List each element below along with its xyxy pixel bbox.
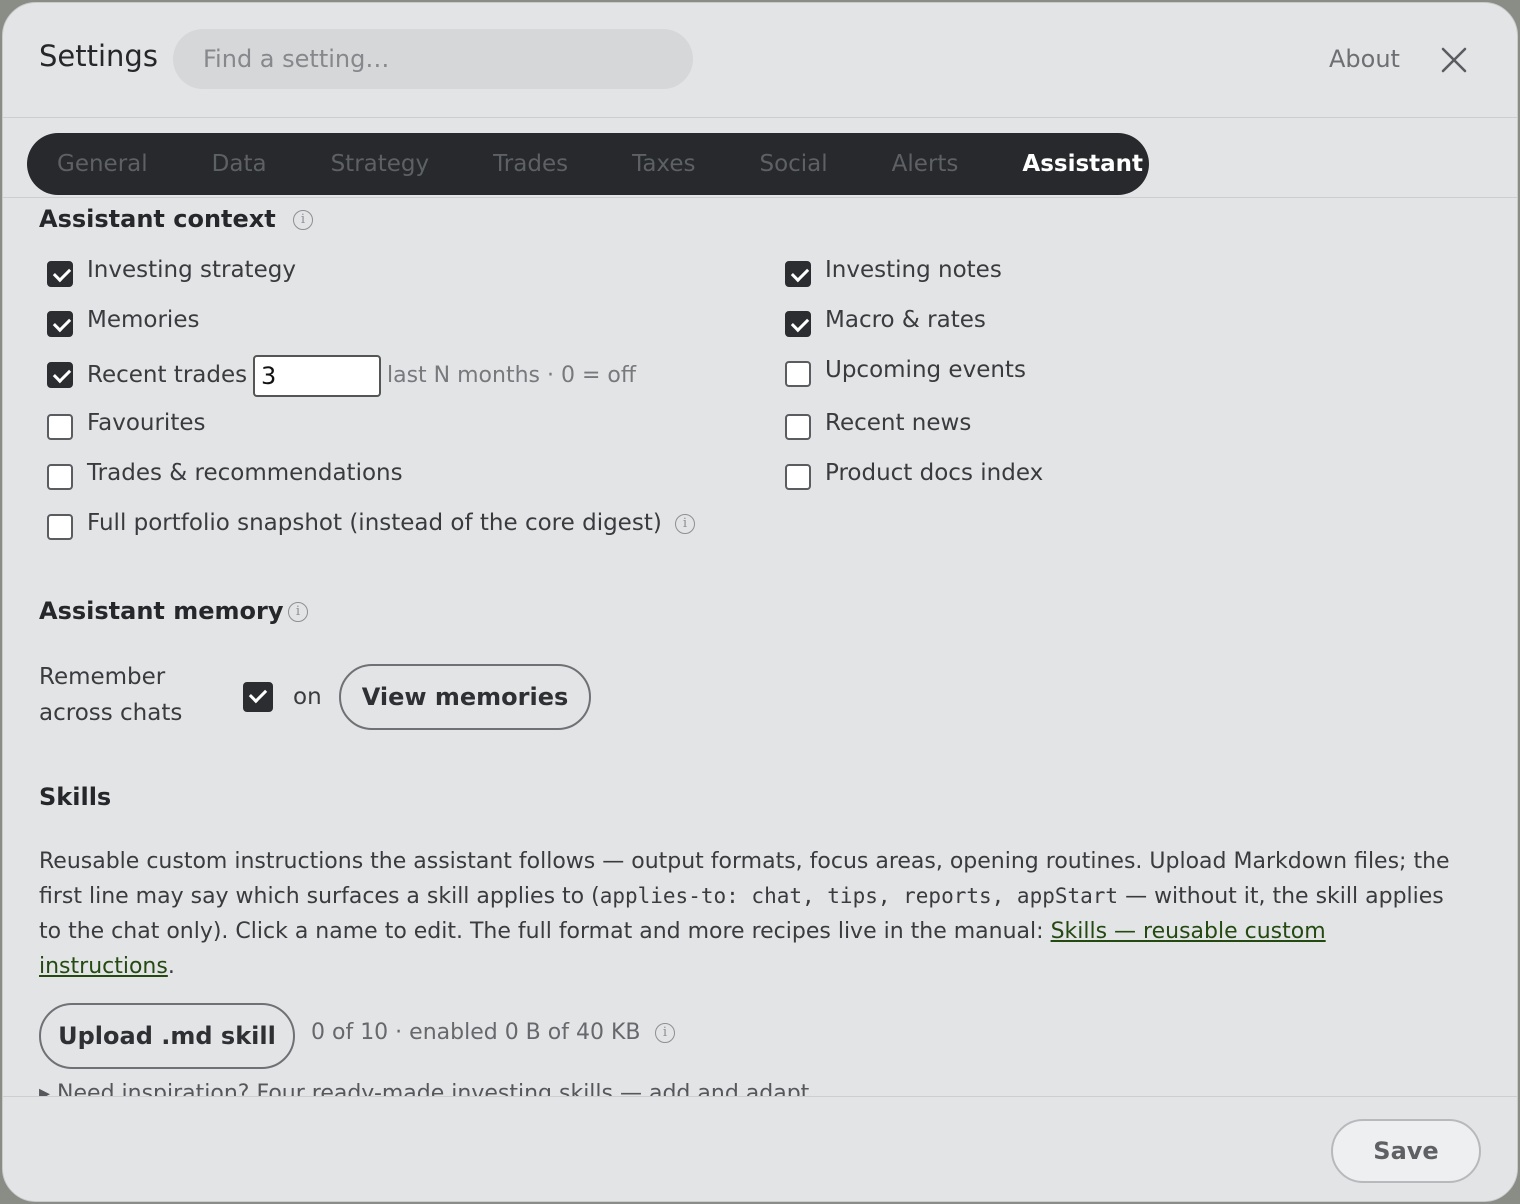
- remember-label-line1: Remember: [39, 664, 166, 690]
- tab-data[interactable]: Data: [212, 151, 267, 177]
- investing-strategy-checkbox[interactable]: [47, 261, 73, 287]
- recent-news-checkbox[interactable]: [785, 414, 811, 440]
- recent-trades-months-input[interactable]: [253, 355, 381, 397]
- skills-info-icon[interactable]: i: [655, 1023, 675, 1043]
- upcoming-events-label: Upcoming events: [825, 357, 1026, 383]
- tab-taxes[interactable]: Taxes: [632, 151, 695, 177]
- skills-applies-to-code: applies-to: chat, tips, reports, appStar…: [599, 884, 1119, 908]
- skills-inspiration-toggle[interactable]: ▸ Need inspiration? Four ready-made inve…: [39, 1081, 809, 1096]
- assistant-memory-heading: Assistant memory: [39, 597, 284, 625]
- assistant-context-heading: Assistant context: [39, 205, 276, 233]
- save-button[interactable]: Save: [1331, 1119, 1481, 1183]
- skills-description: Reusable custom instructions the assista…: [39, 844, 1459, 984]
- trades-recommendations-label: Trades & recommendations: [87, 460, 403, 486]
- favourites-checkbox[interactable]: [47, 414, 73, 440]
- recent-news-label: Recent news: [825, 410, 972, 436]
- remember-across-chats-checkbox[interactable]: [243, 682, 273, 712]
- tab-social[interactable]: Social: [759, 151, 827, 177]
- full-portfolio-snapshot-checkbox[interactable]: [47, 514, 73, 540]
- recent-trades-hint: last N months · 0 = off: [387, 363, 637, 388]
- settings-content[interactable]: Assistant context i Investing strategy M…: [3, 198, 1517, 1096]
- recent-trades-checkbox[interactable]: [47, 362, 73, 388]
- view-memories-button[interactable]: View memories: [339, 664, 591, 730]
- upload-skill-button[interactable]: Upload .md skill: [39, 1003, 295, 1069]
- memory-info-icon[interactable]: i: [288, 602, 308, 622]
- memory-state-label: on: [293, 684, 322, 710]
- tab-strategy[interactable]: Strategy: [331, 151, 430, 177]
- skills-desc-end: .: [167, 954, 175, 979]
- recent-trades-label: Recent trades: [87, 362, 248, 388]
- tab-alerts[interactable]: Alerts: [892, 151, 959, 177]
- memories-label: Memories: [87, 307, 200, 333]
- product-docs-index-checkbox[interactable]: [785, 464, 811, 490]
- tab-general[interactable]: General: [57, 151, 148, 177]
- trades-recommendations-checkbox[interactable]: [47, 464, 73, 490]
- remember-label-line2: across chats: [39, 700, 183, 726]
- search-input[interactable]: [173, 29, 693, 89]
- macro-rates-label: Macro & rates: [825, 307, 986, 333]
- investing-notes-label: Investing notes: [825, 257, 1002, 283]
- investing-strategy-label: Investing strategy: [87, 257, 296, 283]
- about-link[interactable]: About: [1329, 45, 1400, 73]
- page-title: Settings: [39, 39, 158, 73]
- snapshot-info-icon[interactable]: i: [675, 514, 695, 534]
- tab-trades[interactable]: Trades: [493, 151, 568, 177]
- macro-rates-checkbox[interactable]: [785, 311, 811, 337]
- context-info-icon[interactable]: i: [293, 210, 313, 230]
- favourites-label: Favourites: [87, 410, 206, 436]
- dialog-header: Settings About: [3, 3, 1517, 118]
- upcoming-events-checkbox[interactable]: [785, 361, 811, 387]
- tab-assistant[interactable]: Assistant: [1022, 151, 1143, 177]
- investing-notes-checkbox[interactable]: [785, 261, 811, 287]
- close-icon[interactable]: [1437, 43, 1471, 77]
- product-docs-index-label: Product docs index: [825, 460, 1044, 486]
- memories-checkbox[interactable]: [47, 311, 73, 337]
- skills-status: 0 of 10 · enabled 0 B of 40 KB: [311, 1020, 641, 1045]
- dialog-footer: Save: [3, 1096, 1517, 1201]
- skills-heading: Skills: [39, 783, 112, 811]
- settings-dialog: Settings About General Data Strategy Tra…: [2, 2, 1518, 1202]
- full-portfolio-snapshot-label: Full portfolio snapshot (instead of the …: [87, 510, 662, 536]
- tab-bar: General Data Strategy Trades Taxes Socia…: [27, 133, 1149, 195]
